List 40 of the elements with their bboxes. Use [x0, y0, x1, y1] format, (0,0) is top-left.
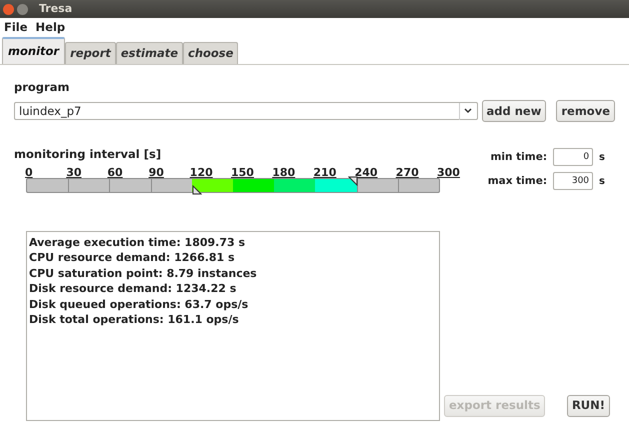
time-field[interactable]: 300 — [553, 172, 594, 190]
tick-label: 240 — [354, 164, 378, 180]
tick-label: 0 — [25, 164, 33, 180]
program-button[interactable]: add new — [482, 100, 546, 122]
unit-label: s — [599, 174, 605, 189]
field-label: program — [14, 79, 70, 96]
menu-item[interactable]: File — [4, 19, 28, 37]
result-line: CPU saturation point: 8.79 instances — [29, 266, 258, 281]
tab[interactable]: monitor — [2, 36, 66, 64]
unit-label: s — [599, 150, 605, 165]
slider-handle[interactable] — [192, 184, 202, 194]
result-line: Disk queued operations: 63.7 ops/s — [29, 296, 250, 312]
time-field[interactable]: 0 — [553, 148, 594, 166]
field-label: min time: — [489, 150, 548, 164]
program-dropdown[interactable]: luindex_p7 — [14, 102, 478, 120]
minimize-button[interactable] — [17, 4, 28, 14]
result-line: CPU resource demand: 1266.81 s — [29, 250, 236, 266]
run-button[interactable]: RUN! — [566, 395, 610, 417]
window-title: Tresa — [39, 0, 72, 17]
field-label: max time: — [486, 174, 548, 188]
result-line: Disk resource demand: 1234.22 s — [29, 281, 238, 296]
tick-label: 270 — [396, 164, 419, 180]
tick-label: 120 — [190, 164, 213, 180]
result-line: Average execution time: 1809.73 s — [29, 234, 246, 250]
tick-label: 180 — [272, 164, 296, 180]
tab[interactable]: estimate — [116, 42, 183, 64]
tick-label: 60 — [107, 164, 123, 180]
menu-item[interactable]: Help — [36, 19, 66, 37]
tab[interactable]: report — [65, 42, 116, 64]
tick-label: 300 — [437, 164, 460, 180]
tab[interactable]: choose — [183, 42, 238, 64]
tick-label: 90 — [148, 164, 164, 180]
program-button[interactable]: remove — [556, 100, 615, 122]
tick-label: 210 — [313, 164, 336, 180]
tick-label: 30 — [66, 164, 82, 180]
slider-handle[interactable] — [348, 176, 358, 186]
result-line: Disk total operations: 161.1 ops/s — [29, 312, 240, 328]
slider-label: monitoring interval [s] — [14, 146, 162, 164]
tick-label: 150 — [231, 164, 254, 180]
close-button[interactable] — [3, 4, 14, 14]
